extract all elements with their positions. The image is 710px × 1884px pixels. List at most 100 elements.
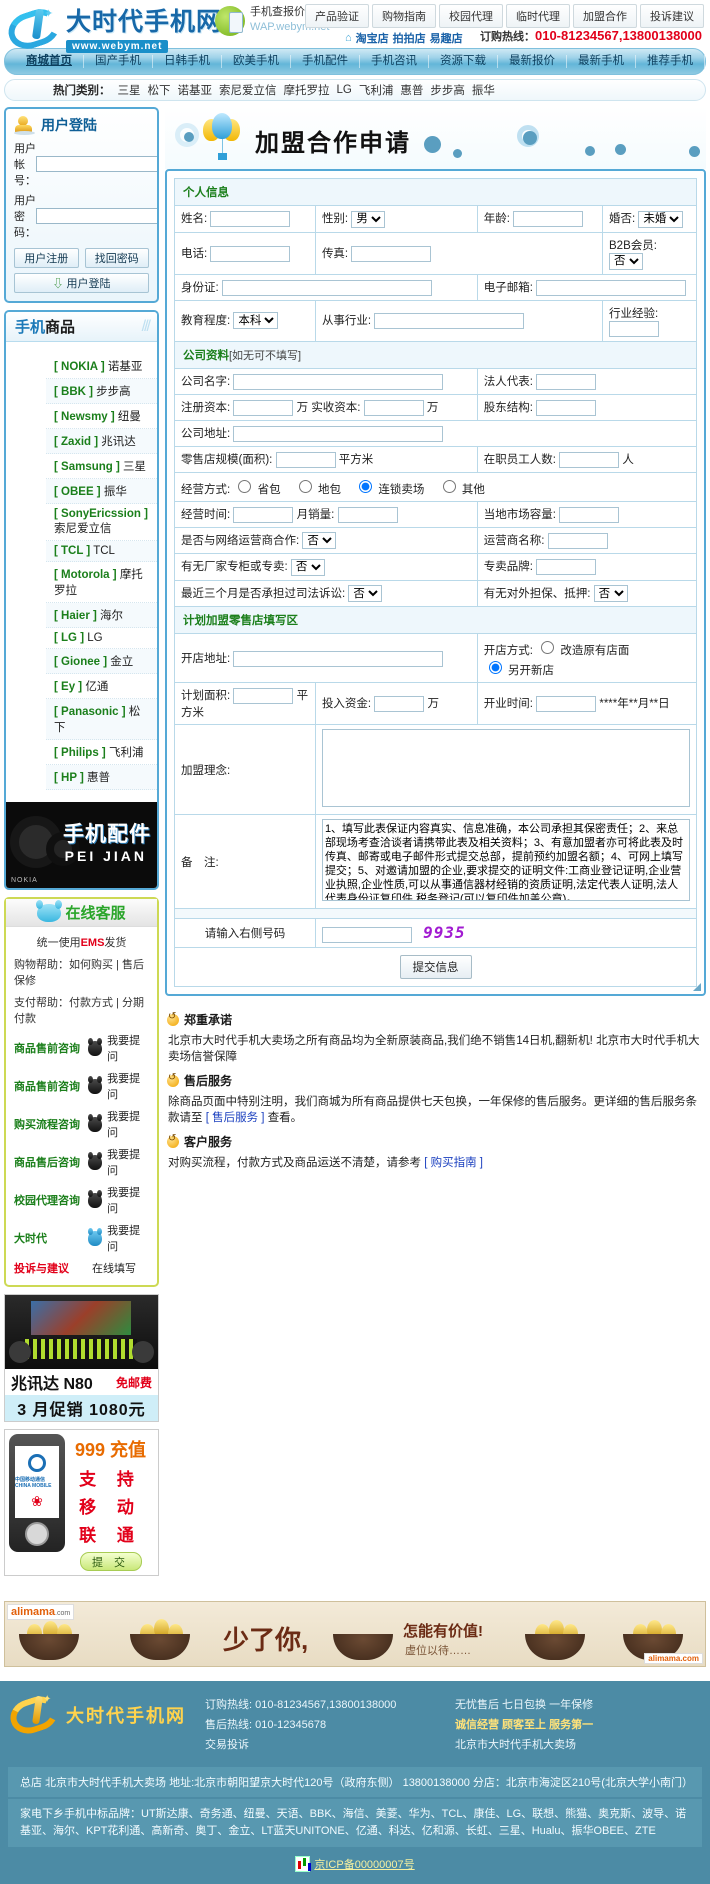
input-shop-addr[interactable] <box>233 651 443 667</box>
input-market-cap[interactable] <box>559 507 619 523</box>
input-operator-name[interactable] <box>548 533 608 549</box>
list-item[interactable]: [ NOKIA ] 诺基亚 <box>46 354 157 379</box>
select-education[interactable]: 本科 <box>233 312 278 329</box>
service-row-presale-1[interactable]: 商品售前咨询 我要提问 <box>12 1029 151 1067</box>
register-button[interactable]: 用户注册 <box>14 248 79 268</box>
input-monthly-sales[interactable] <box>338 507 398 523</box>
list-item[interactable]: [ Samsung ] 三星 <box>46 454 157 479</box>
list-item[interactable]: [ Zaxid ] 兆讯达 <box>46 429 157 454</box>
radio-biz-mode-local[interactable]: 地包 <box>294 484 341 496</box>
top-button-temp-agent[interactable]: 临时代理 <box>506 4 570 28</box>
list-item[interactable]: [ BBK ] 步步高 <box>46 379 157 404</box>
list-item[interactable]: [ OBEE ] 振华 <box>46 479 157 504</box>
list-item[interactable]: [ Philips ] 飞利浦 <box>46 740 157 765</box>
list-item[interactable]: [ LG ] LG <box>46 628 157 649</box>
list-item[interactable]: [ Gionee ] 金立 <box>46 649 157 674</box>
input-paid-capital[interactable] <box>364 400 424 416</box>
radio-biz-mode-chain[interactable]: 连锁卖场 <box>354 484 424 496</box>
radio-open-mode-new[interactable]: 另开新店 <box>484 665 554 677</box>
list-item[interactable]: [ Ey ] 亿通 <box>46 674 157 699</box>
nav-item-japan-korea[interactable]: 日韩手机 <box>153 55 222 68</box>
nav-item-latest-price[interactable]: 最新报价 <box>498 55 567 68</box>
input-name[interactable] <box>210 211 290 227</box>
shop-link-paipai[interactable]: 拍拍店 <box>393 30 426 46</box>
notice-link-aftersale[interactable]: [ 售后服务 ] <box>206 1112 265 1124</box>
input-idcard[interactable] <box>222 280 432 296</box>
textarea-remark[interactable]: 1、填写此表保证内容真实、信息准确，本公司承担其保密责任；2、来总部现场考查洽谈… <box>322 819 690 901</box>
input-plan-area[interactable] <box>233 688 293 704</box>
input-shop-area[interactable] <box>276 452 336 468</box>
footer-complaint-link[interactable]: 交易投诉 <box>205 1735 455 1755</box>
input-open-date[interactable] <box>536 696 596 712</box>
radio-biz-mode-province[interactable]: 省包 <box>233 484 280 496</box>
submit-button[interactable]: 提交信息 <box>400 955 472 979</box>
input-company-name[interactable] <box>233 374 443 390</box>
hot-category-panasonic[interactable]: 松下 <box>148 82 171 98</box>
hot-category-samsung[interactable]: 三星 <box>118 82 141 98</box>
select-gender[interactable]: 男 <box>351 211 385 228</box>
hot-category-sonyericsson[interactable]: 索尼爱立信 <box>219 82 277 98</box>
input-industry[interactable] <box>374 313 524 329</box>
input-company-addr[interactable] <box>233 426 443 442</box>
select-exclusive[interactable]: 否 <box>291 559 325 576</box>
list-item[interactable]: [ TCL ] TCL <box>46 541 157 562</box>
nav-item-news[interactable]: 手机咨讯 <box>360 55 429 68</box>
nav-item-euro-us[interactable]: 欧美手机 <box>222 55 291 68</box>
recharge-ad-banner[interactable]: 中国移动通信 CHINA MOBILE ❀ 999 充值 支 持 移 动 联 通… <box>4 1429 159 1576</box>
alimama-ad-banner[interactable]: alimama.com 少了你, 怎能有价值! 虚位以待…… alimama.c… <box>4 1601 706 1667</box>
hot-category-philips[interactable]: 飞利浦 <box>359 82 394 98</box>
radio-input[interactable] <box>489 661 502 674</box>
login-account-input[interactable] <box>36 156 159 172</box>
input-shareholders[interactable] <box>536 400 596 416</box>
radio-input[interactable] <box>443 480 456 493</box>
recharge-submit-button[interactable]: 提 交 <box>80 1552 142 1571</box>
hot-category-hp[interactable]: 惠普 <box>400 82 423 98</box>
nav-item-special-price[interactable]: 特价手机 <box>705 55 710 68</box>
resize-grip-icon[interactable] <box>693 983 701 991</box>
input-exclusive-brand[interactable] <box>536 559 596 575</box>
shopping-help-line[interactable]: 购物帮助：如何购买 | 售后保修 <box>12 953 151 991</box>
service-row-complaint[interactable]: 投诉与建议 在线填写 <box>12 1257 151 1279</box>
top-button-campus-agent[interactable]: 校园代理 <box>439 4 503 28</box>
list-item[interactable]: [ Panasonic ] 松下 <box>46 699 157 740</box>
input-phone[interactable] <box>210 246 290 262</box>
login-button[interactable]: ⇩ 用户登陆 <box>14 273 149 293</box>
nav-item-latest-phones[interactable]: 最新手机 <box>567 55 636 68</box>
service-row-dashidai[interactable]: 大时代 我要提问 <box>12 1219 151 1257</box>
radio-input[interactable] <box>359 480 372 493</box>
radio-input[interactable] <box>541 641 554 654</box>
input-legal-rep[interactable] <box>536 374 596 390</box>
nav-item-home[interactable]: 商城首页 <box>15 55 84 68</box>
input-email[interactable] <box>536 280 686 296</box>
input-age[interactable] <box>513 211 583 227</box>
service-row-presale-2[interactable]: 商品售前咨询 我要提问 <box>12 1067 151 1105</box>
service-row-purchase-flow[interactable]: 购买流程咨询 我要提问 <box>12 1105 151 1143</box>
n80-ad-banner[interactable]: 兆讯达 N80 免邮费 3 月促销 1080元 <box>4 1294 159 1422</box>
top-button-franchise[interactable]: 加盟合作 <box>573 4 637 28</box>
top-button-product-verify[interactable]: 产品验证 <box>305 4 369 28</box>
select-b2b[interactable]: 否 <box>609 253 643 270</box>
top-button-complaints[interactable]: 投诉建议 <box>640 4 704 28</box>
login-password-input[interactable] <box>36 208 159 224</box>
select-married[interactable]: 未婚 <box>638 211 683 228</box>
icp-link[interactable]: 京ICP备00000007号 <box>314 1856 414 1872</box>
input-investment[interactable] <box>374 696 424 712</box>
select-coop-operator[interactable]: 否 <box>302 532 336 549</box>
radio-open-mode-renovate[interactable]: 改造原有店面 <box>536 645 629 657</box>
payment-help-line[interactable]: 支付帮助：付款方式 | 分期付款 <box>12 991 151 1029</box>
hot-category-lg[interactable]: LG <box>337 84 352 96</box>
input-experience[interactable] <box>609 321 659 337</box>
shop-link-eachnet[interactable]: 易趣店 <box>430 30 463 46</box>
input-captcha[interactable] <box>322 927 412 943</box>
hot-category-obee[interactable]: 振华 <box>472 82 495 98</box>
hot-category-bbk[interactable]: 步步高 <box>430 82 465 98</box>
notice-link-guide[interactable]: [ 购买指南 ] <box>424 1157 483 1169</box>
list-item[interactable]: [ Newsmy ] 纽曼 <box>46 404 157 429</box>
radio-biz-mode-other[interactable]: 其他 <box>438 484 485 496</box>
select-guarantee[interactable]: 否 <box>594 585 628 602</box>
service-row-campus-agent[interactable]: 校园代理咨询 我要提问 <box>12 1181 151 1219</box>
input-fax[interactable] <box>351 246 431 262</box>
nav-item-domestic[interactable]: 国产手机 <box>84 55 153 68</box>
nav-item-downloads[interactable]: 资源下载 <box>429 55 498 68</box>
accessories-ad-banner[interactable]: 手机配件 PEI JIAN NOKIA <box>6 802 157 888</box>
